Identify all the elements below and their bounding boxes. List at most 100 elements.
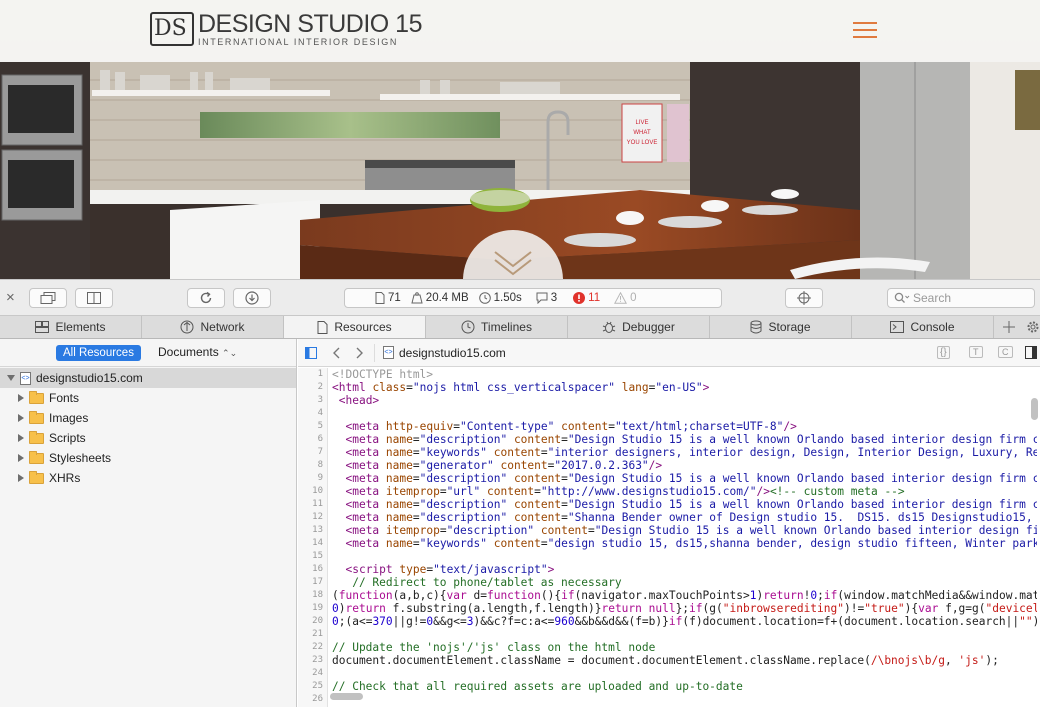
resource-tree: <> designstudio15.com Fonts Images Scrip… [0, 368, 296, 488]
website-preview: LIVE WHAT YOU LOVE DS DESIGN STUDIO 15 I… [0, 0, 1040, 279]
tree-folder-scripts[interactable]: Scripts [0, 428, 296, 448]
disclosure-triangle-right-icon[interactable] [18, 454, 24, 462]
document-icon [375, 292, 385, 304]
line-number[interactable]: 11 [298, 498, 327, 511]
forward-arrow-icon[interactable] [356, 347, 364, 359]
download-button[interactable] [233, 288, 271, 308]
line-number[interactable]: 3 [298, 394, 327, 407]
svg-text:LIVE: LIVE [635, 120, 648, 126]
weight-icon [411, 292, 423, 304]
tab-elements[interactable]: Elements [0, 316, 142, 338]
line-number[interactable]: 23 [298, 654, 327, 667]
pretty-print-icon[interactable]: {} [937, 346, 950, 359]
tab-debugger[interactable]: Debugger [568, 316, 710, 338]
tree-folder-fonts[interactable]: Fonts [0, 388, 296, 408]
tab-storage[interactable]: Storage [710, 316, 852, 338]
horizontal-scrollbar[interactable] [330, 693, 363, 700]
inspect-element-button[interactable] [785, 288, 823, 308]
all-resources-button[interactable]: All Resources [56, 345, 141, 361]
text-type-icon[interactable]: T [969, 346, 983, 358]
double-chevron-down-icon [494, 251, 532, 276]
resource-count[interactable]: 71 [375, 292, 401, 304]
gear-icon[interactable] [1026, 320, 1040, 334]
line-number[interactable]: 17 [298, 576, 327, 589]
documents-select[interactable]: Documents ⌃⌄ [158, 345, 237, 359]
close-icon[interactable]: × [6, 289, 15, 306]
menu-hamburger-icon[interactable] [853, 22, 877, 38]
search-input[interactable]: Search [887, 288, 1035, 308]
line-number[interactable]: 5 [298, 420, 327, 433]
vertical-scrollbar[interactable] [1031, 398, 1038, 420]
line-number[interactable]: 2 [298, 381, 327, 394]
line-number[interactable]: 1 [298, 368, 327, 381]
line-number[interactable]: 7 [298, 446, 327, 459]
line-number[interactable]: 26 [298, 693, 327, 706]
source-code-viewer[interactable]: 1 2 3 4 5 6 7 8 9 10 11 12 13 14 15 16 17 18 19 20 21 22 23 24 2… [298, 368, 1040, 707]
disclosure-triangle-right-icon[interactable] [18, 434, 24, 442]
dock-side-button[interactable] [75, 288, 113, 308]
line-number[interactable]: 12 [298, 511, 327, 524]
disclosure-triangle-right-icon[interactable] [18, 474, 24, 482]
error-count[interactable]: 11 [573, 292, 600, 304]
elements-icon [35, 321, 50, 333]
line-number[interactable]: 8 [298, 459, 327, 472]
line-number[interactable]: 4 [298, 407, 327, 420]
devtools-tab-bar: Elements Network Resources Timelines Deb… [0, 316, 1040, 339]
database-icon [750, 320, 762, 334]
logo-subtitle: INTERNATIONAL INTERIOR DESIGN [198, 37, 398, 47]
reload-button[interactable] [187, 288, 225, 308]
line-number[interactable]: 16 [298, 563, 327, 576]
line-number[interactable]: 21 [298, 628, 327, 641]
crosshair-icon [797, 291, 811, 305]
tab-timelines[interactable]: Timelines [426, 316, 568, 338]
search-placeholder: Search [913, 291, 952, 305]
folder-icon [29, 390, 44, 404]
line-number[interactable]: 15 [298, 550, 327, 563]
site-logo[interactable]: DS DESIGN STUDIO 15 INTERNATIONAL INTERI… [150, 10, 423, 48]
line-number[interactable]: 18 [298, 589, 327, 602]
line-number[interactable]: 13 [298, 524, 327, 537]
add-tab-icon[interactable] [1002, 320, 1016, 334]
tree-folder-stylesheets[interactable]: Stylesheets [0, 448, 296, 468]
speech-bubble-icon [536, 292, 548, 304]
warning-count[interactable]: 0 [614, 292, 637, 304]
clock-icon [478, 292, 491, 304]
svg-text:YOU LOVE: YOU LOVE [627, 140, 658, 146]
tab-console[interactable]: Console [852, 316, 994, 338]
window-stack-icon [40, 292, 56, 304]
tab-resources[interactable]: Resources [284, 316, 426, 338]
line-number[interactable]: 24 [298, 667, 327, 680]
code-lines: <!DOCTYPE html> <html class="nojs html c… [332, 368, 1037, 693]
line-number[interactable]: 10 [298, 485, 327, 498]
disclosure-triangle-down-icon[interactable] [7, 375, 15, 381]
console-icon [890, 321, 905, 333]
line-number[interactable]: 6 [298, 433, 327, 446]
line-number[interactable]: 25 [298, 680, 327, 693]
details-sidebar-icon[interactable] [1025, 346, 1037, 359]
log-count[interactable]: 3 [536, 292, 557, 304]
line-number[interactable]: 14 [298, 537, 327, 550]
content-navigation-bar: <> designstudio15.com {} T C [298, 339, 1040, 367]
split-pane-icon [87, 292, 101, 304]
line-number[interactable]: 9 [298, 472, 327, 485]
disclosure-triangle-right-icon[interactable] [18, 394, 24, 402]
tree-folder-images[interactable]: Images [0, 408, 296, 428]
cookie-icon[interactable]: C [998, 346, 1013, 358]
line-number[interactable]: 19 [298, 602, 327, 615]
resource-size[interactable]: 20.4 MB [411, 292, 469, 304]
logo-title: DESIGN STUDIO 15 [198, 10, 423, 38]
back-arrow-icon[interactable] [332, 347, 340, 359]
line-number[interactable]: 20 [298, 615, 327, 628]
disclosure-triangle-right-icon[interactable] [18, 414, 24, 422]
load-time[interactable]: 1.50s [478, 292, 522, 304]
svg-text:WHAT: WHAT [633, 130, 651, 136]
undock-button[interactable] [29, 288, 67, 308]
tree-root-item[interactable]: <> designstudio15.com [0, 368, 296, 388]
sidebar-toggle-icon[interactable] [305, 347, 317, 359]
line-number[interactable]: 22 [298, 641, 327, 654]
logo-mark-icon: DS [150, 12, 194, 46]
tree-folder-xhrs[interactable]: XHRs [0, 468, 296, 488]
tab-network[interactable]: Network [142, 316, 284, 338]
html-document-icon: <> [20, 371, 31, 385]
devtools-toolbar: × 71 20.4 MB 1.50s 3 11 0 Search [0, 279, 1040, 316]
